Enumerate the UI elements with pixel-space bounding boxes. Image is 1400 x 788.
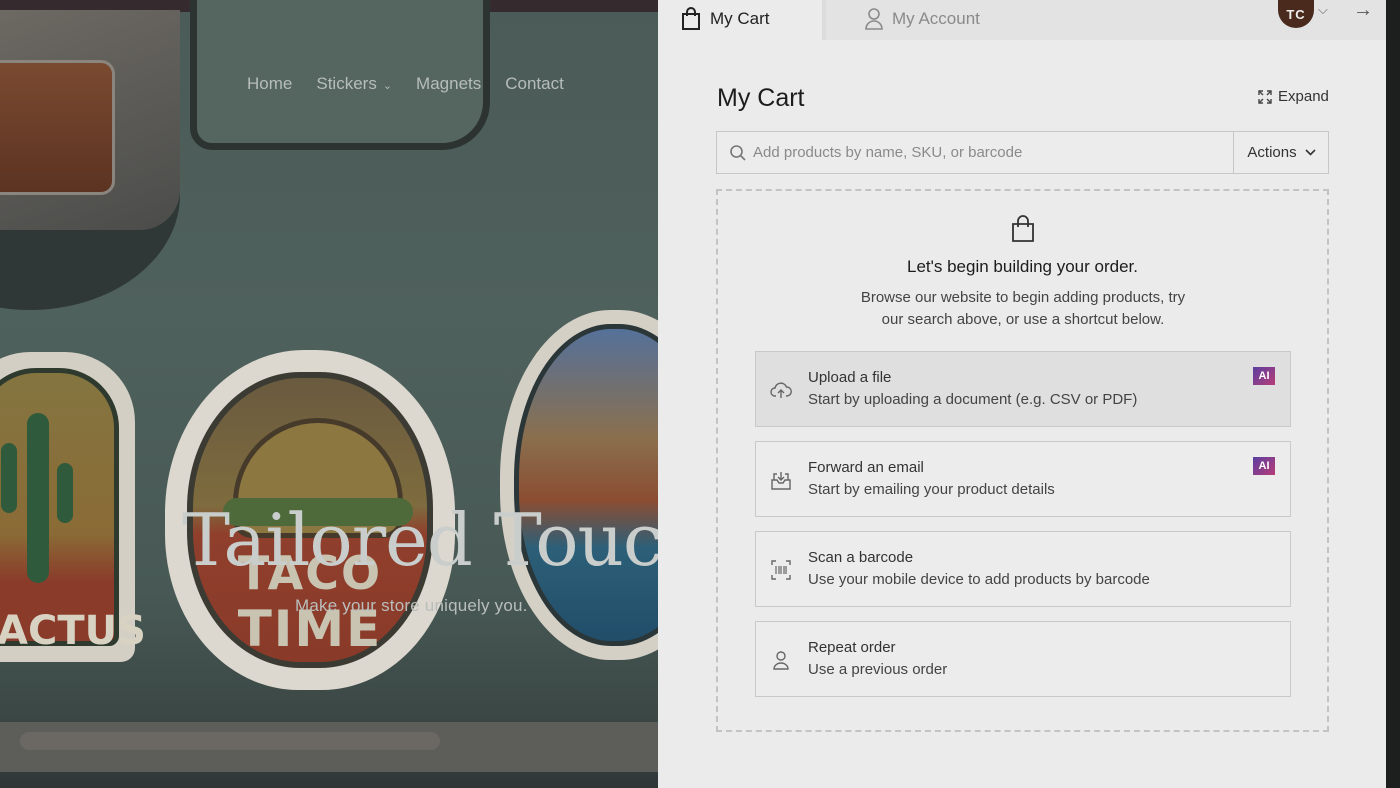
person-icon	[865, 8, 883, 30]
shortcut-title: Repeat order	[808, 639, 896, 656]
shortcut-description: Use a previous order	[808, 661, 948, 678]
cactus-sticker: ACTUS	[0, 352, 146, 662]
empty-state-description: Browse our website to begin adding produ…	[860, 289, 1186, 328]
actions-dropdown-button[interactable]: Actions	[1233, 132, 1329, 173]
tab-my-account[interactable]: My Account	[864, 0, 980, 38]
empty-cart-dropzone: Let's begin building your order. Browse …	[716, 189, 1329, 732]
expand-icon	[1258, 89, 1272, 104]
window-edge	[1386, 0, 1400, 788]
nav-contact-link[interactable]: Contact	[505, 74, 564, 94]
upload-file-shortcut[interactable]: Upload a file Start by uploading a docum…	[755, 351, 1291, 427]
chevron-down-icon: ⌄	[382, 80, 393, 92]
storefront-background: ACTUS TACO TIME Home Stickers ⌄ Magnets C…	[0, 0, 658, 788]
van-bumper	[0, 722, 658, 772]
cart-panel: My Cart My Account TC ⌵ → My Cart Expand…	[658, 0, 1386, 788]
ai-badge: AI	[1253, 367, 1275, 385]
nav-home-link[interactable]: Home	[247, 74, 292, 94]
shortcut-description: Use your mobile device to add products b…	[808, 571, 1150, 588]
search-input[interactable]	[753, 132, 1223, 173]
site-navigation: Home Stickers ⌄ Magnets Contact	[247, 74, 564, 94]
product-search: Actions	[716, 131, 1329, 174]
hero-title: Tailored Touch	[182, 498, 658, 582]
shortcut-title: Upload a file	[808, 369, 892, 386]
page-title: My Cart	[717, 84, 805, 112]
expand-label: Expand	[1278, 88, 1329, 105]
tab-my-cart[interactable]: My Cart	[680, 0, 770, 38]
actions-label: Actions	[1247, 144, 1297, 161]
person-icon	[773, 651, 789, 670]
repeat-order-shortcut[interactable]: Repeat order Use a previous order	[755, 621, 1291, 697]
expand-button[interactable]: Expand	[1258, 88, 1329, 105]
ai-badge: AI	[1253, 457, 1275, 475]
shortcut-description: Start by uploading a document (e.g. CSV …	[808, 391, 1138, 408]
tab-my-account-label: My Account	[892, 9, 980, 28]
forward-email-shortcut[interactable]: Forward an email Start by emailing your …	[755, 441, 1291, 517]
cloud-upload-icon	[770, 382, 792, 398]
shopping-bag-icon	[682, 7, 700, 30]
nav-stickers-link[interactable]: Stickers ⌄	[316, 74, 392, 94]
barcode-scan-icon	[771, 560, 791, 580]
search-icon	[730, 145, 746, 161]
scan-barcode-shortcut[interactable]: Scan a barcode Use your mobile device to…	[755, 531, 1291, 607]
shortcut-description: Start by emailing your product details	[808, 481, 1055, 498]
shopping-bag-icon	[1012, 215, 1034, 242]
panel-tabs: My Cart My Account TC ⌵ →	[658, 0, 1386, 42]
van-tail-light-lens	[0, 60, 115, 195]
arrow-right-icon[interactable]: →	[1353, 0, 1373, 22]
hero-subtitle: Make your store uniquely you.	[295, 596, 528, 615]
empty-state-title: Let's begin building your order.	[906, 257, 1138, 276]
nav-magnets-link[interactable]: Magnets	[416, 74, 481, 94]
cactus-sticker-text: ACTUS	[0, 608, 146, 654]
tab-my-cart-label: My Cart	[710, 9, 770, 28]
chevron-down-icon[interactable]: ⌵	[1318, 2, 1328, 18]
shortcut-title: Forward an email	[808, 459, 924, 476]
inbox-download-icon	[771, 472, 791, 490]
chevron-down-icon	[1305, 149, 1316, 156]
cactus-shape	[27, 413, 49, 583]
shortcut-title: Scan a barcode	[808, 549, 914, 566]
van-tail-light	[0, 10, 180, 230]
